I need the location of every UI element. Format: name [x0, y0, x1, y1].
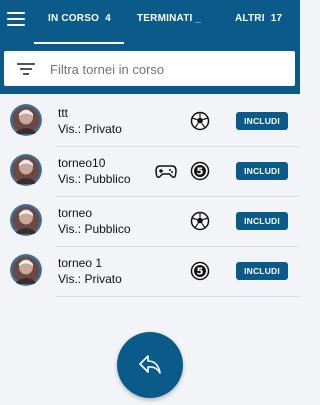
list-item[interactable]: torneo Vis.: Pubblico INCLUDI	[0, 197, 300, 247]
reply-icon	[139, 355, 161, 374]
tab-count: 4	[105, 13, 111, 24]
avatar	[10, 204, 42, 236]
svg-text:5: 5	[197, 167, 204, 178]
filter-icon	[17, 63, 35, 75]
tournament-visibility: Vis.: Pubblico	[58, 172, 131, 186]
include-button[interactable]: INCLUDI	[236, 162, 288, 180]
avatar	[10, 104, 42, 136]
tournament-name: torneo 1	[58, 256, 103, 270]
include-button[interactable]: INCLUDI	[236, 262, 288, 280]
tab-label: TERMINATI _	[137, 13, 202, 24]
tournament-name: torneo	[58, 206, 93, 220]
list-item[interactable]: ttt Vis.: Privato INCLUDI	[0, 97, 300, 147]
svg-text:5: 5	[197, 267, 204, 278]
tab-label: IN CORSO	[48, 13, 100, 24]
tournament-visibility: Vis.: Pubblico	[58, 222, 131, 236]
tab-terminati[interactable]: TERMINATI _	[137, 0, 201, 44]
hamburger-icon[interactable]	[7, 12, 25, 26]
avatar	[10, 154, 42, 186]
soccer-ball-icon	[190, 211, 210, 231]
five-a-side-icon: 5	[190, 261, 210, 281]
include-button[interactable]: INCLUDI	[236, 112, 288, 130]
include-button[interactable]: INCLUDI	[236, 212, 288, 230]
back-fab-button[interactable]	[117, 332, 183, 398]
tab-label: ALTRI	[235, 13, 265, 24]
tournament-visibility: Vis.: Privato	[58, 272, 122, 286]
tab-altri[interactable]: ALTRI 17	[235, 0, 282, 44]
search-input[interactable]	[48, 58, 287, 80]
search-bar	[4, 51, 295, 86]
tournament-name: torneo10	[58, 156, 106, 170]
tab-in-corso[interactable]: IN CORSO 4	[48, 0, 111, 44]
list-item[interactable]: torneo10 Vis.: Pubblico 5 INCLUDI	[0, 147, 300, 197]
tournament-visibility: Vis.: Privato	[58, 122, 122, 136]
active-tab-indicator	[34, 42, 124, 44]
tournament-name: ttt	[58, 106, 69, 120]
tab-count: 17	[270, 13, 283, 24]
gamepad-icon	[155, 165, 177, 178]
row-divider	[56, 296, 300, 297]
five-a-side-icon: 5	[190, 161, 210, 181]
top-bar: IN CORSO 4 TERMINATI _ ALTRI 17	[0, 0, 300, 94]
list-item[interactable]: torneo 1 Vis.: Privato 5 INCLUDI	[0, 247, 300, 297]
avatar	[10, 254, 42, 286]
soccer-ball-icon	[190, 111, 210, 131]
